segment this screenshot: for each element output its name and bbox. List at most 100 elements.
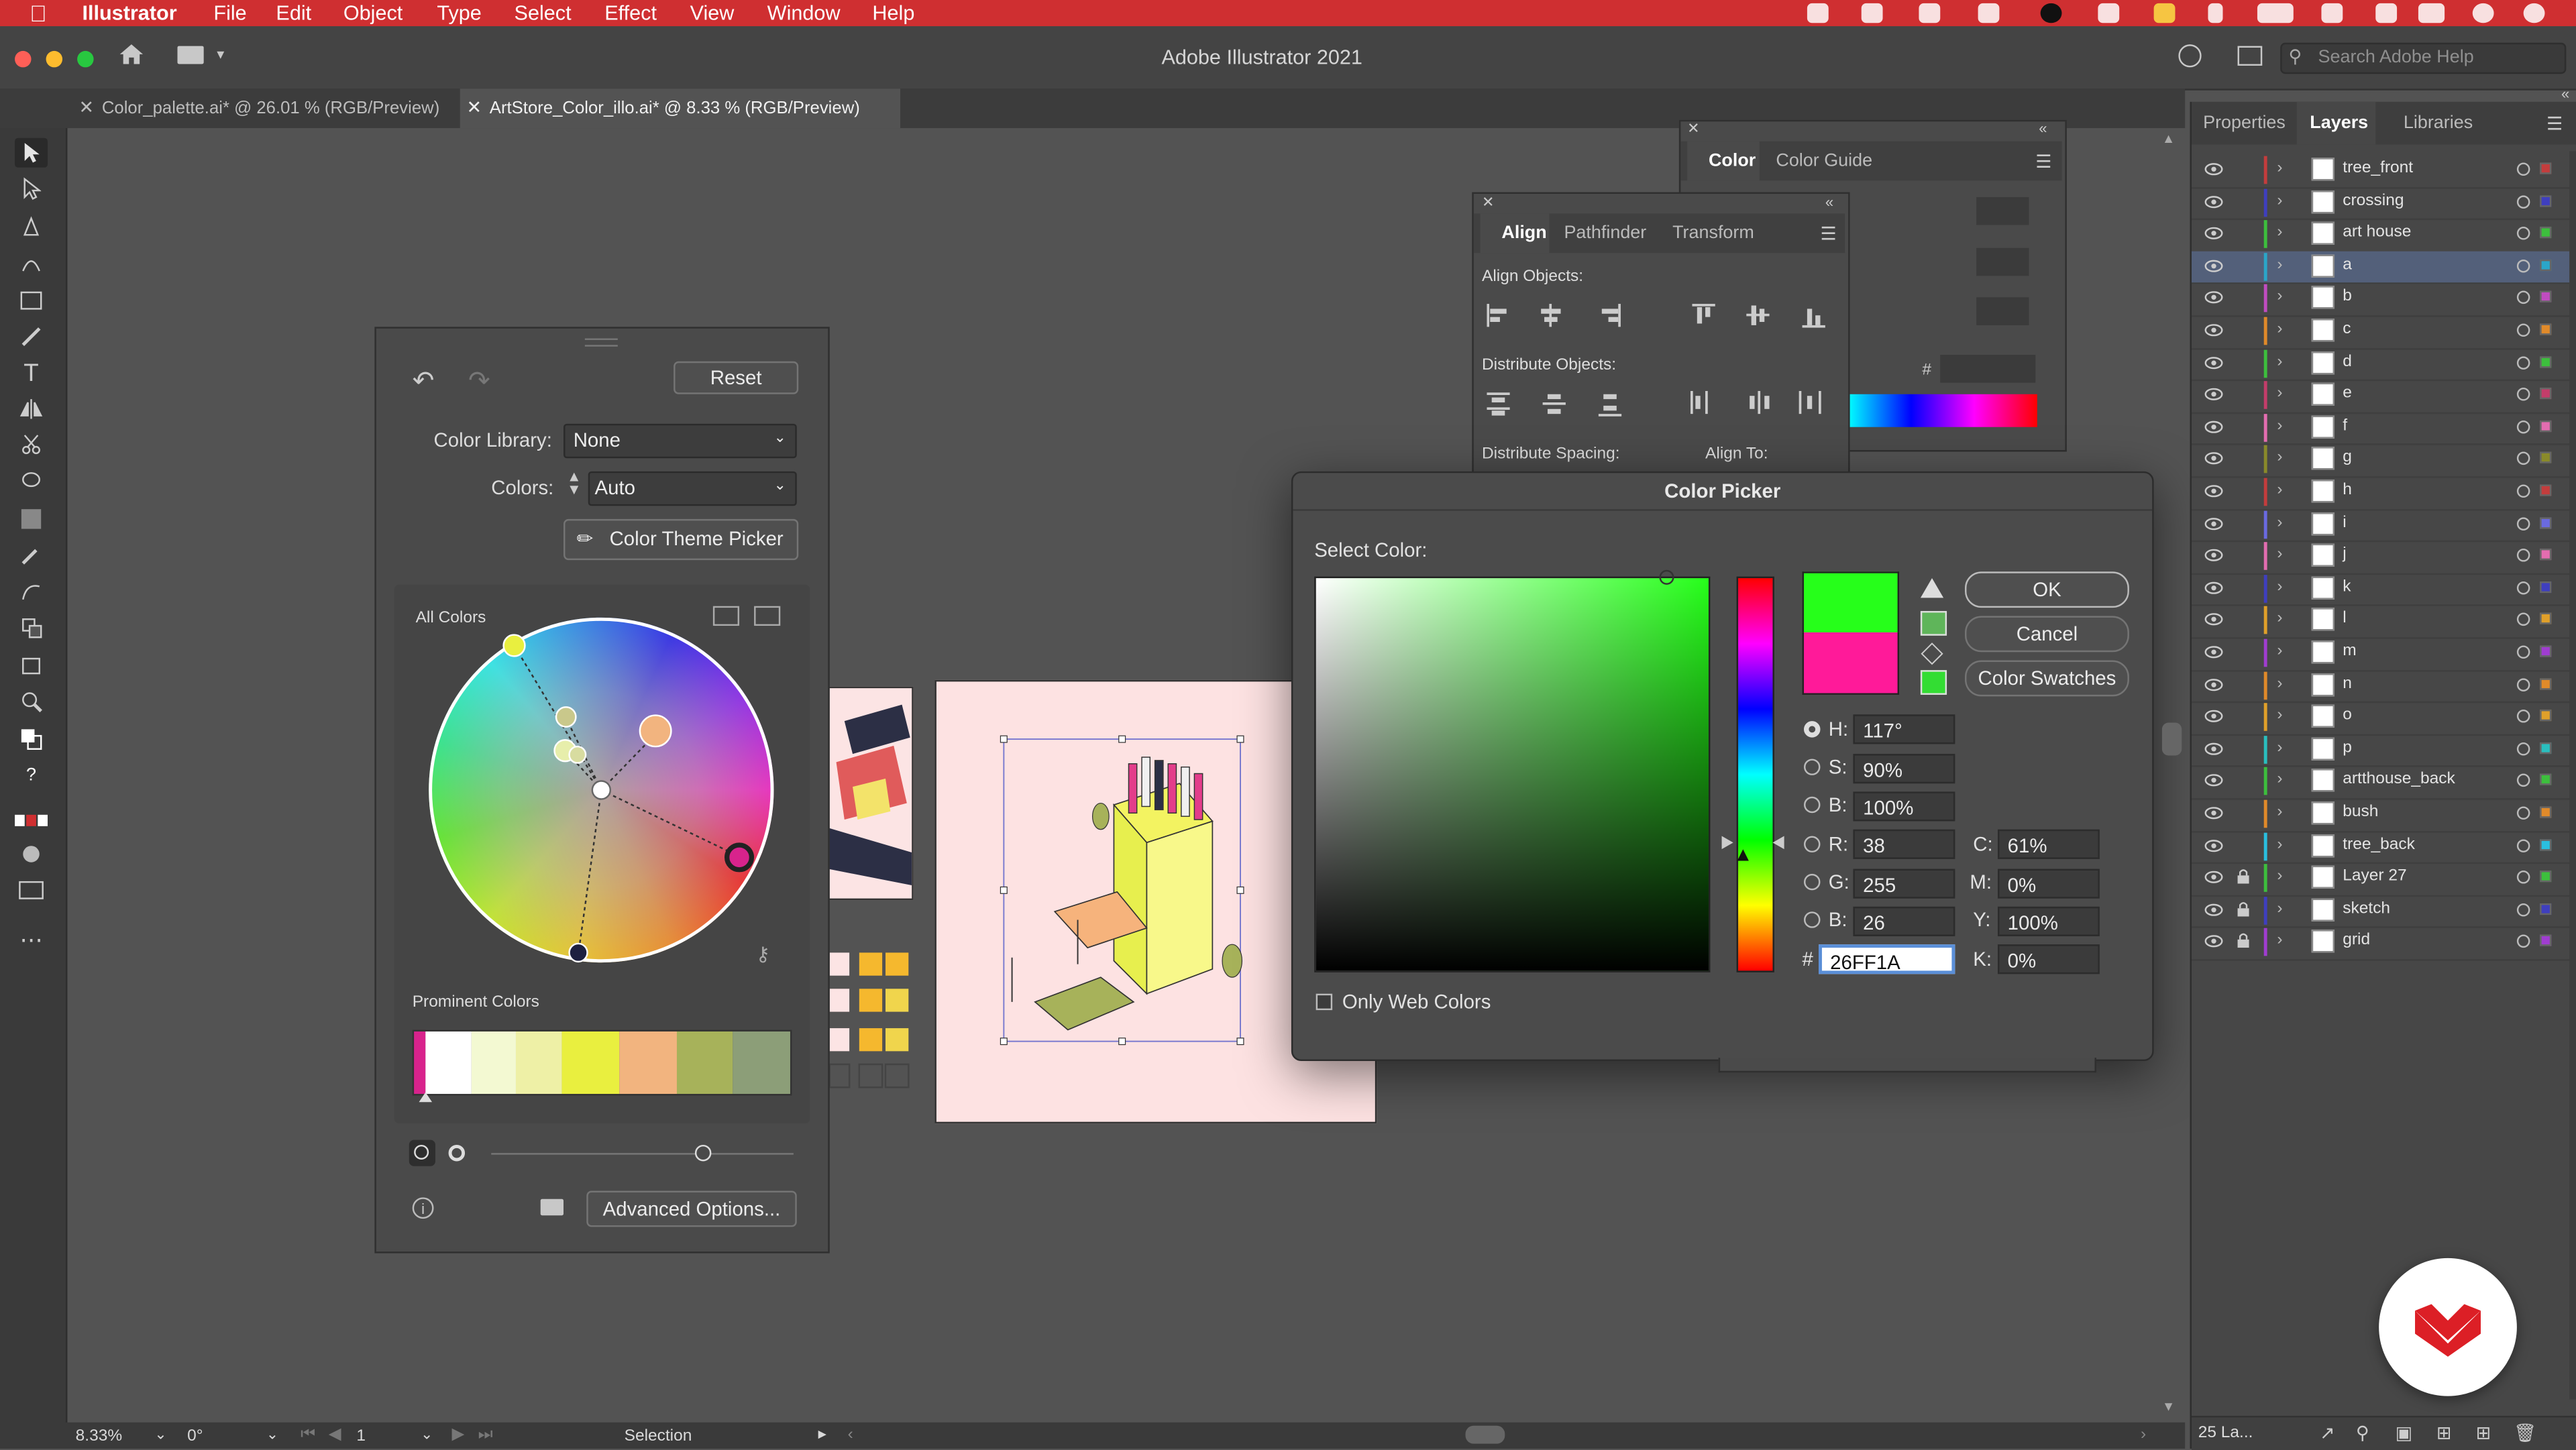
expand-chevron-icon[interactable]: › [2277, 868, 2282, 886]
target-circle-icon[interactable] [2516, 903, 2530, 917]
prominent-color-swatch[interactable] [471, 1031, 517, 1095]
layer-name[interactable]: tree_front [2343, 160, 2413, 178]
red-radio[interactable] [1804, 836, 1821, 853]
clipping-mask-icon[interactable]: ▣ [2396, 1423, 2412, 1443]
selection-indicator[interactable] [2540, 388, 2552, 400]
paintbrush-tool-icon[interactable] [15, 322, 48, 351]
out-of-gamut-warning-icon[interactable] [1920, 578, 1944, 598]
gradient-tool-icon[interactable] [15, 504, 48, 534]
info-icon[interactable]: i [412, 1197, 434, 1219]
color-node-base-magenta[interactable] [724, 842, 755, 873]
visibility-eye-icon[interactable] [2204, 549, 2223, 562]
layer-row[interactable]: › m [2191, 637, 2570, 671]
menu-file[interactable]: File [213, 0, 246, 26]
expand-chevron-icon[interactable]: › [2277, 610, 2282, 628]
close-panel-icon[interactable]: ✕ [1687, 120, 1699, 138]
target-circle-icon[interactable] [2516, 581, 2530, 595]
reflect-tool-icon[interactable] [15, 394, 48, 424]
bluetooth-status-icon[interactable] [2208, 3, 2223, 23]
target-circle-icon[interactable] [2516, 323, 2530, 337]
panel-menu-icon[interactable]: ☰ [2546, 113, 2563, 134]
selection-indicator[interactable] [2540, 742, 2552, 754]
share-user-icon[interactable] [2178, 44, 2202, 68]
visibility-eye-icon[interactable] [2204, 645, 2223, 659]
expand-chevron-icon[interactable]: › [2277, 417, 2282, 435]
new-layer-icon[interactable]: ⊞ [2476, 1423, 2491, 1443]
color-node-yellow[interactable] [502, 634, 526, 657]
brightness-field[interactable]: 100% [1853, 791, 1955, 822]
layers-scrollbar[interactable] [2569, 151, 2576, 1400]
prominent-color-swatch[interactable] [425, 1031, 472, 1095]
undo-icon[interactable]: ↶ [413, 365, 435, 398]
saturation-radio[interactable] [1804, 759, 1821, 775]
visibility-eye-icon[interactable] [2204, 516, 2223, 530]
brightness-slider-track[interactable] [491, 1153, 794, 1155]
search-help-field[interactable]: ⚲ Search Adobe Help [2280, 42, 2567, 74]
target-circle-icon[interactable] [2516, 774, 2530, 788]
layer-row[interactable]: › h [2191, 476, 2570, 510]
scroll-right-arrow[interactable]: › [2141, 1426, 2146, 1444]
color-value-field[interactable] [1976, 247, 2029, 276]
export-icon[interactable]: ↗ [2320, 1423, 2335, 1443]
layer-name[interactable]: b [2343, 288, 2352, 306]
gamut-color-chip[interactable] [1920, 611, 1947, 636]
tab-color[interactable]: Color [1687, 141, 1760, 181]
draw-mode-icon[interactable] [15, 839, 48, 869]
layer-row[interactable]: › f [2191, 412, 2570, 446]
visibility-eye-icon[interactable] [2204, 871, 2223, 884]
target-circle-icon[interactable] [2516, 645, 2530, 659]
layer-name[interactable]: n [2343, 675, 2352, 693]
spotlight-search-icon[interactable] [2375, 3, 2398, 23]
layer-name[interactable]: artthouse_back [2343, 771, 2455, 789]
selection-indicator[interactable] [2540, 355, 2552, 368]
artboard-partial[interactable] [826, 686, 914, 901]
target-circle-icon[interactable] [2516, 710, 2530, 724]
menu-view[interactable]: View [690, 0, 735, 26]
color-value-field[interactable] [1976, 197, 2029, 225]
visibility-eye-icon[interactable] [2204, 581, 2223, 594]
layer-name[interactable]: tree_back [2343, 836, 2415, 854]
fill-stroke-icon[interactable] [15, 724, 48, 754]
artboard-tool-icon[interactable] [15, 651, 48, 680]
canvas-scroll-thumb[interactable] [2161, 722, 2182, 756]
expand-chevron-icon[interactable]: › [2277, 707, 2282, 725]
tab-color-palette[interactable]: ✕ Color_palette.ai* @ 26.01 % (RGB/Previ… [72, 89, 474, 128]
layer-row[interactable]: › e [2191, 380, 2570, 414]
green-field[interactable]: 255 [1853, 869, 1955, 899]
layer-name[interactable]: j [2343, 546, 2346, 564]
layer-row[interactable]: › d [2191, 347, 2570, 382]
siri-icon[interactable] [2472, 3, 2494, 23]
ok-button[interactable]: OK [1965, 571, 2129, 608]
expand-chevron-icon[interactable]: › [2277, 449, 2282, 467]
prominent-color-swatch[interactable] [676, 1031, 733, 1095]
original-color-swatch[interactable] [1802, 632, 1900, 695]
layer-row[interactable]: › a [2191, 251, 2570, 285]
screen-mode-icon[interactable] [15, 875, 48, 905]
menu-help[interactable]: Help [872, 0, 914, 26]
expand-chevron-icon[interactable]: › [2277, 385, 2282, 403]
layer-name[interactable]: f [2343, 417, 2347, 435]
color-swatches-button[interactable]: Color Swatches [1965, 660, 2129, 697]
home-icon[interactable] [118, 43, 144, 66]
layer-name[interactable]: grid [2343, 932, 2370, 950]
expand-chevron-icon[interactable]: › [2277, 546, 2282, 564]
drag-handle[interactable] [584, 338, 618, 347]
layer-row[interactable]: › crossing [2191, 186, 2570, 221]
expand-chevron-icon[interactable]: › [2277, 353, 2282, 371]
rotation-value[interactable]: 0° [187, 1427, 203, 1445]
close-tab-icon[interactable]: ✕ [79, 89, 95, 128]
direct-selection-tool-icon[interactable] [15, 174, 48, 204]
flag-status-icon[interactable] [2153, 3, 2176, 23]
selection-indicator[interactable] [2540, 871, 2552, 883]
cyan-field[interactable]: 61% [1997, 829, 2100, 859]
blue-radio[interactable] [1804, 911, 1821, 928]
control-center-icon[interactable] [2418, 3, 2445, 23]
target-circle-icon[interactable] [2516, 677, 2530, 691]
visibility-eye-icon[interactable] [2204, 838, 2223, 852]
last-artboard-icon[interactable]: ⏭ [478, 1426, 493, 1444]
selection-indicator[interactable] [2540, 516, 2552, 528]
layer-row[interactable]: › grid [2191, 927, 2570, 961]
menu-effect[interactable]: Effect [604, 0, 657, 26]
layer-row[interactable]: › j [2191, 541, 2570, 575]
layer-name[interactable]: k [2343, 578, 2351, 596]
